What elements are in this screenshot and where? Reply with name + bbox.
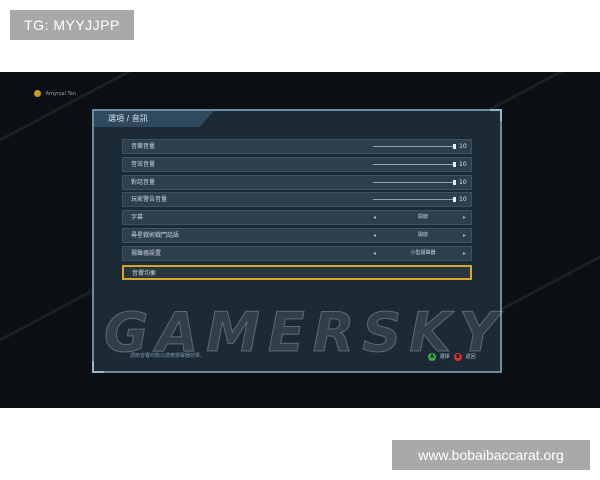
setting-label: 揚聲器設置 — [131, 249, 162, 257]
setting-label: 音樂音量 — [131, 143, 156, 150]
setting-value: 10 — [459, 196, 467, 204]
arrow-right-icon[interactable]: ▸ — [463, 229, 466, 242]
volume-slider[interactable] — [373, 144, 456, 149]
slider-knob[interactable] — [453, 197, 456, 203]
site-badge: www.bobaibaccarat.org — [392, 440, 590, 470]
panel-corner — [92, 361, 104, 373]
setting-label: 尋星戰術戰鬥話語 — [131, 231, 180, 239]
volume-slider[interactable] — [373, 179, 456, 185]
b-button-icon: B — [454, 353, 462, 361]
setting-value: 10 — [459, 160, 467, 168]
player-name: Amyrsal Tan — [45, 91, 77, 97]
setting-value: 10 — [459, 178, 467, 186]
arrow-left-icon[interactable]: ◂ — [373, 211, 376, 224]
back-button[interactable]: B 返回 — [454, 353, 476, 361]
panel-title: 選項 / 音訊 — [94, 111, 214, 127]
hint-text: 調節音響均衡以適應揚聲器效果。 — [130, 353, 206, 359]
setting-value: 開啟 — [417, 214, 428, 221]
setting-row-sfx-volume[interactable]: 音效音量 10 — [122, 156, 472, 172]
a-button-icon: A — [428, 353, 436, 361]
setting-row-speaker-setup[interactable]: 揚聲器設置 ◂ 小型揚聲器 ▸ — [122, 245, 472, 261]
arrow-left-icon[interactable]: ◂ — [373, 229, 376, 242]
audio-settings-list: 音樂音量 10 音效音量 10 對話音量 10 玩家警告音量 10 字幕 ◂ 開… — [122, 139, 472, 283]
select-label: 選擇 — [439, 354, 450, 360]
setting-value: 小型揚聲器 — [410, 249, 436, 256]
player-tag: Amyrsal Tan — [34, 90, 76, 97]
arrow-right-icon[interactable]: ▸ — [463, 211, 466, 224]
slider-knob[interactable] — [453, 144, 456, 149]
arrow-right-icon[interactable]: ▸ — [463, 247, 466, 260]
setting-row-subtitles[interactable]: 字幕 ◂ 開啟 ▸ — [122, 210, 472, 226]
setting-value: 開啟 — [417, 231, 428, 238]
setting-row-music-volume[interactable]: 音樂音量 10 — [122, 139, 472, 154]
setting-label: 音響均衡 — [132, 269, 157, 277]
setting-row-tactical-chatter[interactable]: 尋星戰術戰鬥話語 ◂ 開啟 ▸ — [122, 227, 472, 243]
back-label: 返回 — [465, 354, 476, 360]
setting-value: 10 — [459, 143, 467, 150]
setting-label: 對話音量 — [131, 178, 156, 186]
setting-row-audio-balance[interactable]: 音響均衡 — [122, 264, 472, 280]
setting-row-dialogue-volume[interactable]: 對話音量 10 — [122, 174, 472, 190]
tg-badge: TG: MYYJJPP — [10, 10, 134, 40]
slider-knob[interactable] — [453, 161, 456, 167]
volume-slider[interactable] — [373, 197, 456, 203]
game-screen: Amyrsal Tan 選項 / 音訊 音樂音量 10 音效音量 10 對話音量… — [0, 72, 600, 408]
arrow-left-icon[interactable]: ◂ — [373, 247, 376, 260]
player-emblem-icon — [34, 90, 41, 97]
setting-label: 玩家警告音量 — [131, 196, 168, 204]
setting-label: 音效音量 — [131, 160, 156, 168]
options-panel: 選項 / 音訊 音樂音量 10 音效音量 10 對話音量 10 玩家警告音量 1… — [92, 109, 502, 373]
slider-knob[interactable] — [453, 179, 456, 185]
setting-row-warning-volume[interactable]: 玩家警告音量 10 — [122, 192, 472, 208]
panel-corner — [490, 109, 502, 121]
setting-label: 字幕 — [131, 214, 144, 222]
volume-slider[interactable] — [373, 161, 456, 167]
select-button[interactable]: A 選擇 — [428, 353, 450, 361]
